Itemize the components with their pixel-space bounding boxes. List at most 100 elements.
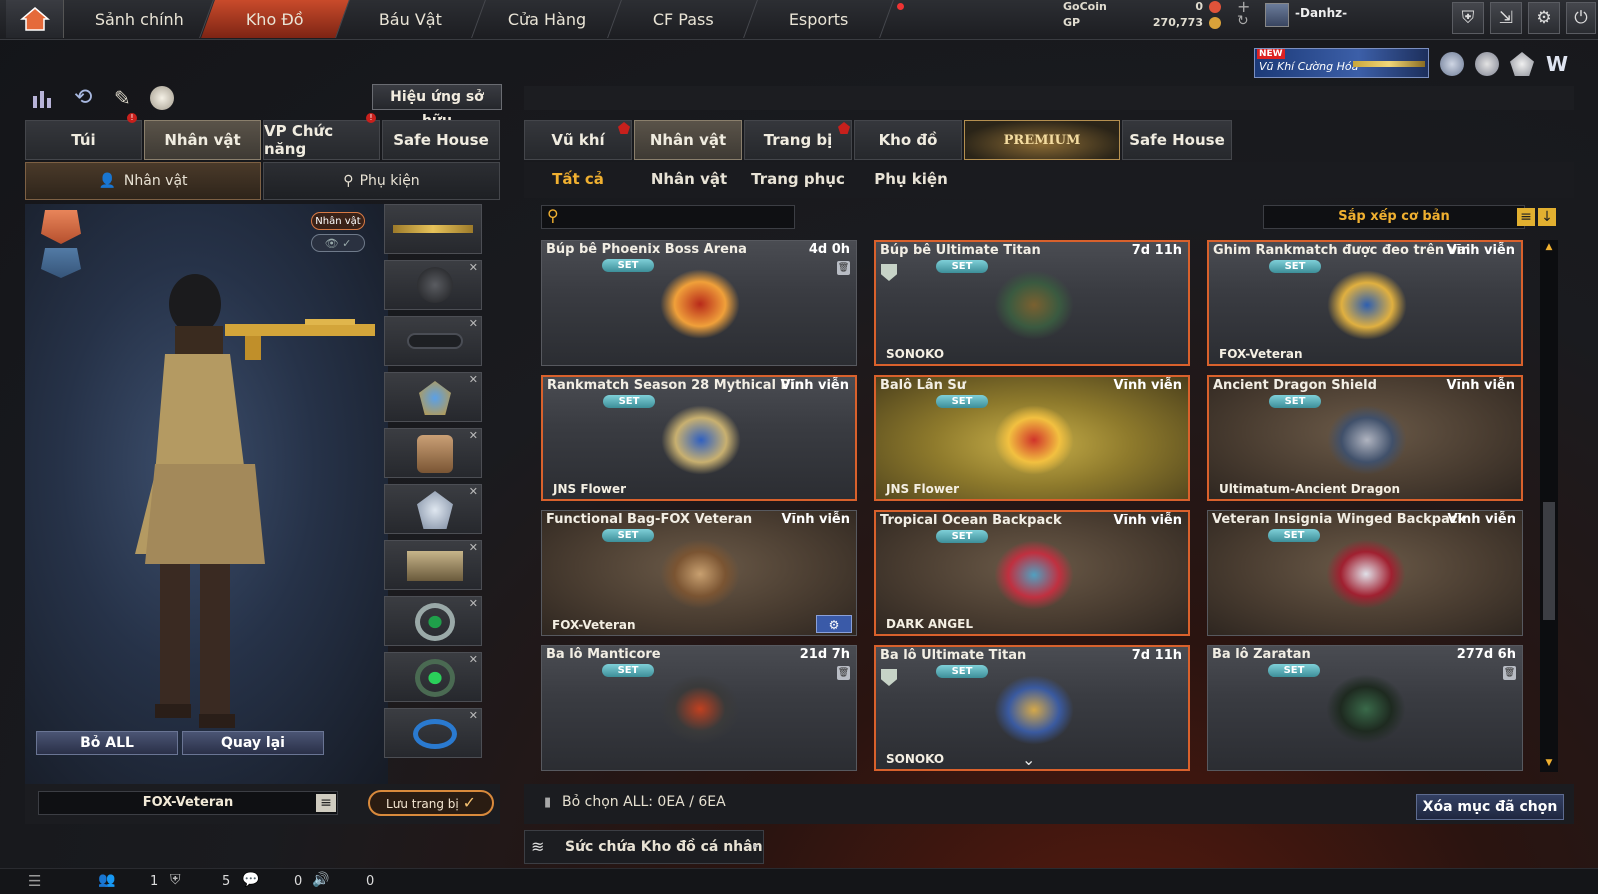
nav-tab-treasure[interactable]: Báu Vật (337, 0, 486, 38)
item-card[interactable]: Búp bê Ultimate Titan 7d 11h SET SONOKO (874, 240, 1190, 366)
subtab-costumes[interactable]: Trang phục (748, 164, 848, 194)
save-equipment-button[interactable]: Lưu trang bị ✓ (368, 790, 494, 816)
trash-icon[interactable]: 🗑 (837, 261, 850, 275)
item-card[interactable]: Balô Lân Sư Vĩnh viễn SET JNS Flower (874, 375, 1190, 501)
subtab-accessory[interactable]: ⚲ Phụ kiện (263, 162, 500, 200)
tab-characters[interactable]: Nhân vật (634, 120, 742, 160)
subtab-characters[interactable]: Nhân vật (644, 164, 734, 194)
tab-safe-house-left[interactable]: Safe House (382, 120, 500, 160)
emote-icon[interactable] (150, 86, 174, 110)
scroll-down-icon[interactable]: ▼ (1543, 758, 1555, 768)
exit-room-button[interactable]: ⇲ (1490, 2, 1522, 34)
scrollbar-thumb[interactable] (1543, 502, 1555, 620)
tab-function-items[interactable]: VP Chức năng (263, 120, 380, 160)
sort-list-icon[interactable]: ≡ (1517, 208, 1535, 226)
tab-weapons[interactable]: Vũ khí (524, 120, 632, 160)
subtab-all[interactable]: Tất cả (538, 164, 618, 194)
tab-character[interactable]: Nhân vật (144, 120, 261, 160)
power-button[interactable]: ⏻ (1566, 2, 1596, 34)
trash-icon[interactable]: 🗑 (1503, 666, 1516, 680)
event-icon-4[interactable]: W (1546, 53, 1572, 75)
refresh-icon[interactable]: ↻ (1237, 13, 1249, 29)
chevron-down-icon[interactable]: ⌄ (1022, 750, 1035, 769)
trash-icon[interactable]: 🗑 (837, 666, 850, 680)
remove-icon[interactable]: ✕ (469, 653, 478, 666)
item-card[interactable]: Veteran Insignia Winged Backpack Vĩnh viễ… (1207, 510, 1523, 636)
item-image (660, 674, 740, 744)
speaker-icon[interactable]: 🔊 (312, 872, 329, 888)
ownership-effect-button[interactable]: Hiệu ứng sở hữu (372, 84, 502, 129)
remove-icon[interactable]: ✕ (469, 373, 478, 386)
friends-icon[interactable]: 👥 (98, 872, 115, 888)
slot-ring-2[interactable]: ✕ (384, 652, 482, 702)
slot-helmet[interactable]: ✕ (384, 260, 482, 310)
item-card[interactable]: Ba lô Zaratan 277d 6h SET 🗑 (1207, 645, 1523, 771)
remove-icon[interactable]: ✕ (469, 485, 478, 498)
item-card[interactable]: Búp bê Phoenix Boss Arena 4d 0h SET 🗑 (541, 240, 857, 366)
faction-swat-icon[interactable] (41, 248, 81, 278)
item-card[interactable]: Ghim Rankmatch được đeo trên vai Vĩnh viễ… (1207, 240, 1523, 366)
nav-tab-cf-pass[interactable]: CF Pass (609, 0, 758, 38)
home-button[interactable] (6, 0, 64, 38)
subtab-character[interactable]: 👤 Nhân vật (25, 162, 261, 200)
history-icon[interactable]: ⟲ (74, 86, 98, 110)
slot-glasses[interactable]: ✕ (384, 316, 482, 366)
stats-icon[interactable] (30, 86, 56, 110)
settings-icon[interactable]: ⚙ (816, 615, 852, 633)
slot-ring-1[interactable]: ✕ (384, 596, 482, 646)
slot-bracelet[interactable]: ✕ (384, 708, 482, 758)
event-icon-3[interactable] (1510, 52, 1534, 76)
item-card[interactable]: Ba lô Manticore 21d 7h SET 🗑 (541, 645, 857, 771)
shield-menu-button[interactable]: ⛨ (1452, 2, 1484, 34)
character-badge[interactable]: Nhân vật ✓ (311, 212, 365, 244)
sort-direction-icon[interactable]: ↓ (1538, 208, 1556, 226)
visibility-toggle[interactable]: 👁 ✓ (311, 234, 365, 252)
slot-belt[interactable]: ✕ (384, 540, 482, 590)
nav-tab-lobby[interactable]: Sảnh chính (65, 0, 214, 38)
tab-bag[interactable]: Túi (25, 120, 142, 160)
remove-icon[interactable]: ✕ (469, 429, 478, 442)
event-icon-2[interactable] (1475, 52, 1499, 76)
back-button[interactable]: Quay lại (182, 731, 324, 755)
faction-eagle-icon[interactable] (41, 210, 81, 244)
delete-selected-button[interactable]: Xóa mục đã chọn (1416, 794, 1564, 820)
event-icon-1[interactable] (1440, 52, 1464, 76)
settings-button[interactable]: ⚙ (1528, 2, 1560, 34)
remove-icon[interactable]: ✕ (469, 597, 478, 610)
nav-tab-inventory[interactable]: Kho Đồ (201, 0, 350, 38)
remove-all-button[interactable]: Bỏ ALL (36, 731, 178, 755)
remove-icon[interactable]: ✕ (469, 541, 478, 554)
tab-equipment[interactable]: Trang bị (744, 120, 852, 160)
chat-icon[interactable]: 💬 (242, 872, 259, 888)
clan-icon[interactable]: ⛨ (170, 872, 181, 888)
scrollbar-track[interactable]: ▲ ▼ (1540, 240, 1558, 772)
nav-tab-shop[interactable]: Cửa Hàng (473, 0, 622, 38)
item-card[interactable]: Ancient Dragon Shield Vĩnh viễn SET Ultimat… (1207, 375, 1523, 501)
tab-premium[interactable]: PREMIUM (964, 120, 1120, 160)
slot-badge[interactable]: ✕ (384, 484, 482, 534)
remove-icon[interactable]: ✕ (469, 261, 478, 274)
slot-backpack[interactable]: ✕ (384, 428, 482, 478)
nav-tab-esports[interactable]: Esports (745, 0, 894, 38)
preset-list-icon[interactable]: ≡ (316, 794, 336, 812)
tab-storage[interactable]: Kho đồ (854, 120, 962, 160)
slot-shoulder-pin[interactable]: ✕ (384, 372, 482, 422)
item-card[interactable]: Ba lô Ultimate Titan 7d 11h SET SONOKO ⌄ (874, 645, 1190, 771)
subtab-accessories[interactable]: Phụ kiện (866, 164, 956, 194)
item-card[interactable]: Tropical Ocean Backpack Vĩnh viễn SET DARK … (874, 510, 1190, 636)
character-edit-icon[interactable]: ✎ (114, 86, 138, 110)
item-name: Rankmatch Season 28 Mythical Pin (547, 378, 804, 393)
slot-primary-weapon[interactable] (384, 204, 482, 254)
tab-safe-house[interactable]: Safe House (1122, 120, 1232, 160)
menu-icon[interactable]: ☰ (28, 872, 41, 890)
search-input[interactable]: ⚲ (541, 205, 795, 229)
item-card[interactable]: Rankmatch Season 28 Mythical Pin Vĩnh viễ… (541, 375, 857, 501)
weapon-upgrade-banner[interactable]: NEW Vũ Khí Cường Hóa (1254, 48, 1429, 78)
remove-icon[interactable]: ✕ (469, 317, 478, 330)
preset-name-field[interactable]: FOX-Veteran (38, 791, 338, 815)
sort-dropdown[interactable]: Sắp xếp cơ bản (1263, 205, 1525, 229)
scroll-up-icon[interactable]: ▲ (1543, 242, 1555, 252)
item-card[interactable]: Functional Bag-FOX Veteran Vĩnh viễn SET FO… (541, 510, 857, 636)
storage-capacity-panel[interactable]: ≋ Sức chứa Kho đồ cá nhân ▸ (524, 830, 764, 864)
remove-icon[interactable]: ✕ (469, 709, 478, 722)
